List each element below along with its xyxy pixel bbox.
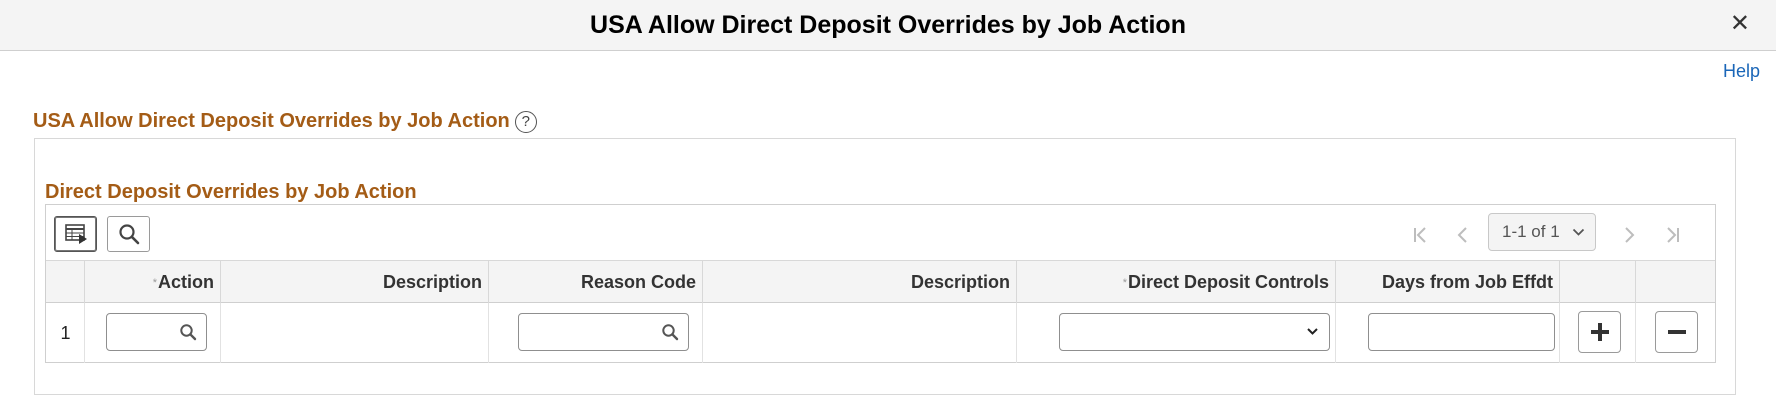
previous-page-icon[interactable] — [1450, 223, 1474, 247]
column-header-description[interactable]: Description — [221, 261, 489, 304]
question-circle-icon[interactable]: ? — [514, 110, 537, 133]
column-header-days-from-job-effdt[interactable]: Days from Job Effdt — [1336, 261, 1560, 304]
column-header-row: * Action Description Reason Code Descript… — [46, 260, 1715, 304]
personalize-grid-button[interactable] — [54, 216, 97, 252]
grid-title: Direct Deposit Overrides by Job Action — [45, 181, 417, 203]
description-cell — [221, 303, 489, 363]
column-header-reason-code[interactable]: Reason Code — [489, 261, 703, 304]
add-column-header — [1560, 261, 1636, 304]
close-icon[interactable]: ✕ — [1730, 11, 1750, 37]
column-header-action[interactable]: * Action — [85, 261, 221, 304]
modal-title: USA Allow Direct Deposit Overrides by Jo… — [590, 10, 1186, 39]
plus-icon — [1590, 323, 1609, 341]
data-grid: 1-1 of 1 * Action Description Reason Code… — [45, 204, 1716, 363]
row-number-header — [46, 261, 85, 304]
help-link[interactable]: Help — [1723, 61, 1760, 82]
table-row: 1 — [46, 303, 1715, 363]
column-header-description-2[interactable]: Description — [703, 261, 1017, 304]
chevron-down-icon — [1572, 228, 1585, 236]
modal-title-bar: USA Allow Direct Deposit Overrides by Jo… — [0, 0, 1776, 51]
description-2-cell — [703, 303, 1017, 363]
required-marker: * — [152, 276, 157, 289]
action-field[interactable] — [106, 313, 207, 351]
delete-column-header — [1636, 261, 1715, 304]
search-icon[interactable] — [661, 323, 679, 341]
direct-deposit-controls-select[interactable] — [1059, 313, 1330, 351]
column-header-direct-deposit-controls[interactable]: * Direct Deposit Controls — [1017, 261, 1336, 304]
page-heading: USA Allow Direct Deposit Overrides by Jo… — [33, 110, 537, 133]
search-icon[interactable] — [179, 323, 197, 341]
find-button[interactable] — [107, 216, 150, 252]
minus-icon — [1667, 330, 1686, 334]
add-row-button[interactable] — [1578, 311, 1621, 353]
first-page-icon[interactable] — [1408, 223, 1432, 247]
personalize-grid-icon — [64, 224, 87, 244]
page-title: USA Allow Direct Deposit Overrides by Jo… — [33, 110, 510, 132]
next-page-icon[interactable] — [1618, 223, 1642, 247]
last-page-icon[interactable] — [1661, 223, 1685, 247]
page-selector[interactable]: 1-1 of 1 — [1488, 213, 1596, 251]
reason-code-field[interactable] — [518, 313, 689, 351]
grid-toolbar: 1-1 of 1 — [46, 205, 1715, 260]
page-range-label: 1-1 of 1 — [1502, 222, 1560, 241]
row-number: 1 — [60, 322, 71, 343]
search-icon — [118, 224, 139, 245]
chevron-down-icon — [1307, 328, 1318, 335]
delete-row-button[interactable] — [1655, 311, 1698, 353]
days-from-job-effdt-field[interactable] — [1368, 313, 1555, 351]
required-marker: * — [1122, 276, 1127, 289]
